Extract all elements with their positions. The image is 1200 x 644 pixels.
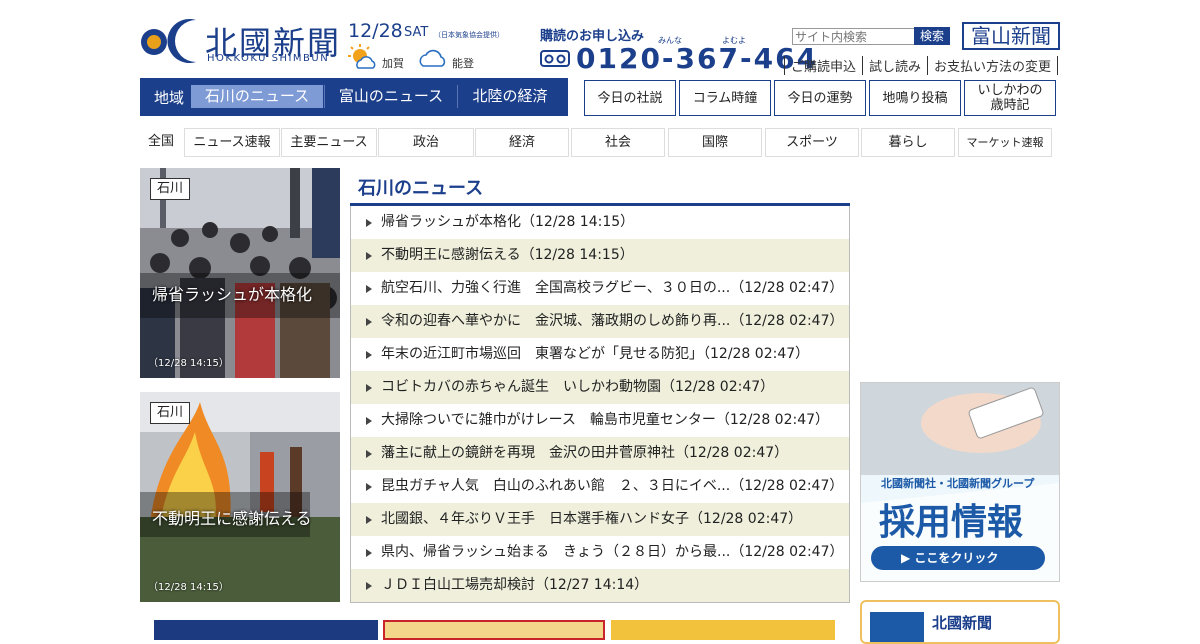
news-list: 帰省ラッシュが本格化（12/28 14:15） 不動明王に感謝伝える（12/28…: [350, 206, 850, 603]
category-market-news[interactable]: マーケット速報: [958, 128, 1052, 157]
bottom-banner-2[interactable]: [383, 620, 605, 640]
bottom-banner-1[interactable]: [154, 620, 378, 640]
news-item[interactable]: 北國銀、４年ぶりＶ王手 日本選手権ハンド女子（12/28 02:47）: [351, 503, 849, 536]
toyama-shimbun-link[interactable]: 富山新聞: [962, 22, 1060, 50]
search-input[interactable]: [792, 28, 916, 45]
trial-link[interactable]: 試し読み: [863, 56, 929, 75]
banner-thumbnail: [870, 612, 924, 642]
news-item[interactable]: 令和の迎春へ華やかに 金沢城、藩政期のしめ飾り再...（12/28 02:47）: [351, 305, 849, 338]
bottom-banner-3[interactable]: [611, 620, 835, 640]
bullet-icon: [366, 252, 372, 260]
date: 12/28: [348, 20, 403, 42]
photo-timestamp: （12/28 14:15）: [148, 582, 229, 593]
bullet-icon: [366, 318, 372, 326]
payment-change-link[interactable]: お支払い方法の変更: [928, 56, 1059, 75]
news-item[interactable]: 県内、帰省ラッシュ始まる きょう（２８日）から最...（12/28 02:47）: [351, 536, 849, 569]
logo-subtitle: HOKKOKU SHIMBUN: [207, 53, 330, 64]
bullet-icon: [366, 285, 372, 293]
news-section-title: 石川のニュース: [358, 178, 484, 199]
photo-region-badge: 石川: [150, 178, 191, 200]
bullet-icon: [366, 549, 372, 557]
tab-toyama-news[interactable]: 富山のニュース: [325, 85, 457, 108]
weather-noto-label: 能登: [452, 57, 474, 70]
weather-kaga-label: 加賀: [382, 57, 404, 70]
category-national[interactable]: 全国: [140, 128, 182, 155]
recruit-banner-company: 北國新聞社・北國新聞グループ: [881, 477, 1035, 490]
category-society[interactable]: 社会: [571, 128, 665, 157]
news-item[interactable]: ＪＤＩ白山工場売却検討（12/27 14:14）: [351, 569, 849, 602]
category-sports[interactable]: スポーツ: [765, 128, 859, 157]
subscribe-link[interactable]: ご購読申込: [784, 56, 864, 75]
category-main-news[interactable]: 主要ニュース: [281, 128, 377, 157]
phone-number[interactable]: 0120-367-464: [576, 42, 818, 75]
photo-title[interactable]: 帰省ラッシュが本格化: [152, 281, 312, 305]
news-item[interactable]: 藩主に献上の鏡餅を再現 金沢の田井菅原神社（12/28 02:47）: [351, 437, 849, 470]
bullet-icon: [366, 450, 372, 458]
category-international[interactable]: 国際: [668, 128, 762, 157]
sun-cloud-icon: [348, 44, 376, 69]
region-label: 地域: [154, 89, 185, 107]
tab-ishikawa-news[interactable]: 石川のニュース: [191, 85, 323, 108]
bullet-icon: [366, 483, 372, 491]
news-item[interactable]: 昆虫ガチャ人気 白山のふれあい館 ２、３日にイベ...（12/28 02:47）: [351, 470, 849, 503]
editorial-button[interactable]: 今日の社説: [584, 80, 676, 116]
recruit-banner-title: 採用情報: [879, 502, 1024, 543]
news-item[interactable]: 帰省ラッシュが本格化（12/28 14:15）: [351, 206, 849, 239]
category-living[interactable]: 暮らし: [861, 128, 955, 157]
photo-region-badge: 石川: [150, 402, 191, 424]
hokkoku-small-banner[interactable]: 北國新聞: [860, 600, 1060, 644]
photo-title[interactable]: 不動明王に感謝伝える: [152, 505, 312, 529]
recruit-banner-button[interactable]: ▶ ここをクリック: [901, 549, 998, 566]
reader-post-button[interactable]: 地鳴り投稿: [869, 80, 961, 116]
bullet-icon: [366, 351, 372, 359]
column-jisho-button[interactable]: コラム時鐘: [679, 80, 771, 116]
category-economy[interactable]: 経済: [475, 128, 569, 157]
weather-source[interactable]: （日本気象協会提供）: [434, 30, 504, 40]
bullet-icon: [366, 219, 372, 227]
bullet-icon: [366, 582, 372, 590]
bullet-icon: [366, 516, 372, 524]
hokkoku-logo-icon[interactable]: [140, 16, 200, 64]
photo-card-fudomyoo[interactable]: 石川 不動明王に感謝伝える （12/28 14:15）: [140, 392, 340, 602]
tab-hokuriku-economy[interactable]: 北陸の経済: [458, 85, 562, 108]
news-item[interactable]: 年末の近江町市場巡回 東署などが「見せる防犯」（12/28 02:47）: [351, 338, 849, 371]
ishikawa-saijiki-button[interactable]: いしかわの 歳時記: [964, 80, 1056, 116]
news-item[interactable]: 航空石川、力強く行進 全国高校ラグビー、３０日の...（12/28 02:47）: [351, 272, 849, 305]
category-breaking-news[interactable]: ニュース速報: [184, 128, 280, 157]
news-item[interactable]: 大掃除ついでに雑巾がけレース 輪島市児童センター（12/28 02:47）: [351, 404, 849, 437]
recruit-banner[interactable]: 北國新聞社・北國新聞グループ 採用情報 ▶ ここをクリック: [860, 382, 1060, 582]
day-of-week: SAT: [404, 25, 429, 40]
news-item[interactable]: 不動明王に感謝伝える（12/28 14:15）: [351, 239, 849, 272]
search-button[interactable]: 検索: [914, 27, 950, 45]
top-links: ご購読申込 試し読み お支払い方法の変更: [784, 56, 1059, 75]
phone-icon: [540, 50, 570, 67]
bullet-icon: [366, 384, 372, 392]
photo-card-homecoming[interactable]: 石川 帰省ラッシュが本格化 （12/28 14:15）: [140, 168, 340, 378]
cloud-icon: [419, 49, 446, 67]
horoscope-button[interactable]: 今日の運勢: [774, 80, 866, 116]
bullet-icon: [366, 417, 372, 425]
category-politics[interactable]: 政治: [378, 128, 474, 157]
news-item[interactable]: コビトカバの赤ちゃん誕生 いしかわ動物園（12/28 02:47）: [351, 371, 849, 404]
photo-timestamp: （12/28 14:15）: [148, 358, 229, 369]
